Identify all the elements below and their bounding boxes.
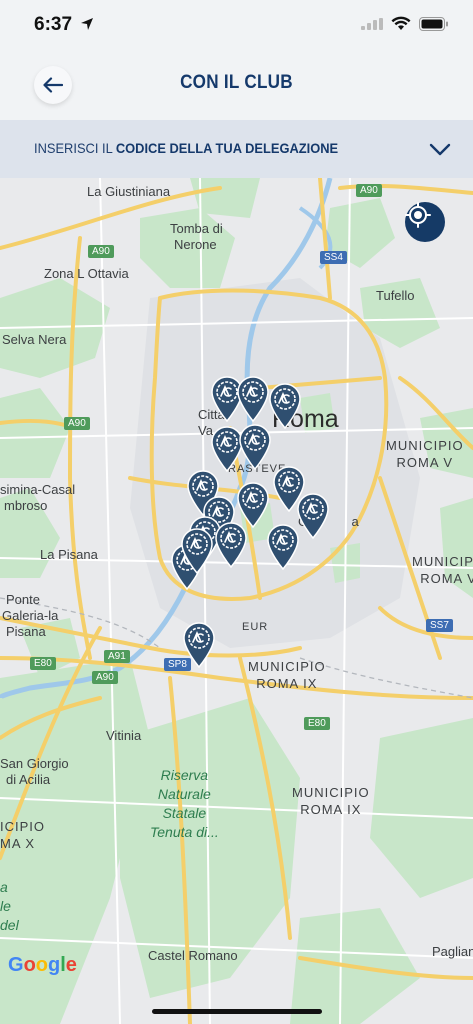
road-tag-e80-right: E80 [304,717,330,730]
page-title: CON IL CLUB [180,72,293,93]
label-castel-romano: Castel Romano [148,948,238,963]
label-la-giustiniana: La Giustiniana [87,184,171,199]
club-location-pin[interactable] [214,522,248,568]
chevron-down-icon[interactable] [429,138,451,160]
label-side-3: del [0,917,19,933]
club-location-pin[interactable] [182,622,216,668]
label-san-giorgio-1: San Giorgio [0,756,69,771]
delegation-code-dropdown[interactable]: INSERISCI IL CODICE DELLA TUA DELEGAZION… [0,120,473,178]
label-muni-x-1: ICIPIO [0,819,46,834]
road-tag-ss7: SS7 [426,619,453,632]
label-muni-ix: MUNICIPIO ROMA IX [248,658,326,692]
club-location-pin[interactable] [266,524,300,570]
label-ponte-2: Galeria-la [2,608,59,623]
club-location-pin[interactable] [296,493,330,539]
road-tag-a90-mid: A90 [64,417,90,430]
delegation-code-prefix: INSERISCI IL [34,140,116,156]
label-eur: EUR [242,621,269,633]
location-arrow-icon [81,18,93,30]
road-tag-e80-left: E80 [30,657,56,670]
label-la-pisana: La Pisana [40,547,98,562]
signal-icon [361,17,383,30]
club-location-pin[interactable] [238,424,272,470]
road-tag-a90-top: A90 [356,184,382,197]
label-riserva-2: Naturale [157,786,211,802]
label-muni-ix-b-2: ROMA IX [300,802,362,817]
crosshair-icon [405,202,431,228]
label-side-park: a le del [0,878,19,935]
label-tufello: Tufello [376,288,415,303]
label-tomba-2: Nerone [174,237,217,252]
label-ponte-1: Ponte [6,592,40,607]
label-muni-v-1: MUNICIPIO [386,438,464,453]
label-zona-ottavia: Zona L Ottavia [44,266,129,281]
label-riserva: Riserva Naturale Statale Tenuta di... [150,766,219,842]
label-muni-ix-2: ROMA IX [256,676,318,691]
locate-me-button[interactable] [405,202,445,242]
road-tag-a90-left: A90 [88,245,114,258]
label-ponte-3: Pisana [6,624,46,639]
delegation-code-label: INSERISCI IL CODICE DELLA TUA DELEGAZION… [34,140,338,156]
label-tomba-1: Tomba di [170,221,223,236]
delegation-code-bold: CODICE DELLA TUA DELEGAZIONE [115,140,339,156]
label-muni-vii: MUNICIPIO ROMA VI [412,553,473,587]
nav-bar: CON IL CLUB [0,52,473,120]
map-view[interactable]: La Giustiniana Tomba di Nerone Zona L Ot… [0,178,473,1024]
google-logo: Google [8,954,77,976]
label-casal-2: mbroso [4,498,48,513]
label-casal-1: simina-Casal [0,482,76,497]
label-pagliani: Paglian [432,944,473,959]
battery-icon [419,16,448,31]
label-side-1: a [0,879,8,895]
wifi-icon [391,16,411,30]
label-riserva-3: Statale [162,805,207,821]
label-muni-ix-b: MUNICIPIO ROMA IX [292,784,370,818]
club-location-pin[interactable] [180,528,214,574]
label-san-giorgio-2: di Acilia [6,772,51,787]
home-indicator [152,1009,322,1014]
label-riserva-1: Riserva [160,767,209,783]
label-side-2: le [0,898,11,914]
road-tag-a91: A91 [104,650,130,663]
status-time: 6:37 [34,14,73,35]
label-muni-x: ICIPIO MA X [0,818,45,852]
label-muni-v: MUNICIPIO ROMA V [386,437,464,471]
map-base [0,178,473,1024]
road-tag-ss4: SS4 [320,251,347,264]
label-muni-vii-2: ROMA VI [420,571,473,586]
label-muni-vii-1: MUNICIPIO [412,554,473,569]
label-muni-v-2: ROMA V [396,455,454,470]
club-location-pin[interactable] [268,383,302,429]
label-muni-x-2: MA X [0,836,36,851]
label-selva-nera: Selva Nera [2,332,67,347]
label-muni-ix-1: MUNICIPIO [248,659,326,674]
club-location-pin[interactable] [236,376,270,422]
status-bar: 6:37 [0,0,473,52]
label-vitinia: Vitinia [106,728,142,743]
label-riserva-4: Tenuta di... [150,824,219,840]
label-muni-ix-b-1: MUNICIPIO [292,785,370,800]
road-tag-a90-bottom: A90 [92,671,118,684]
